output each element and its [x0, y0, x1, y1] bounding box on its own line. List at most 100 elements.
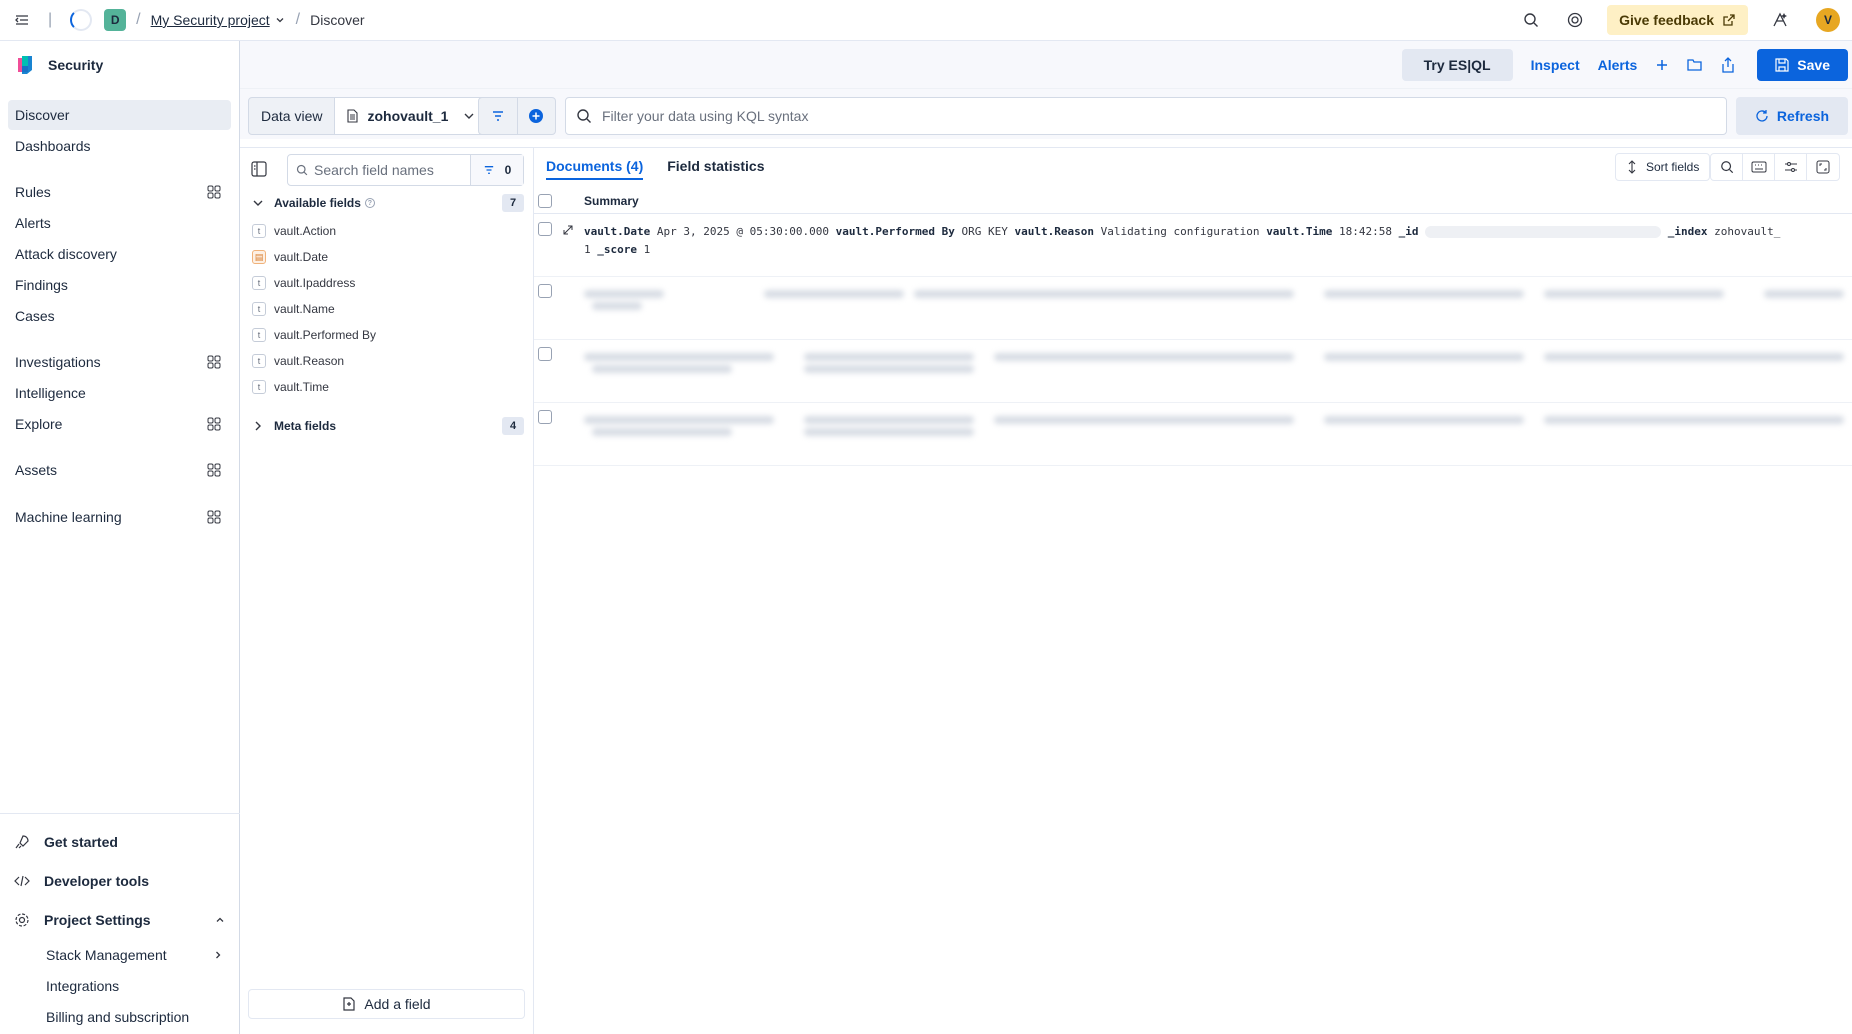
- filter-options-button[interactable]: [479, 98, 518, 134]
- apps-grid-icon[interactable]: [207, 463, 221, 477]
- field-item[interactable]: ▤ vault.Date: [252, 250, 328, 264]
- refresh-button[interactable]: Refresh: [1736, 97, 1848, 135]
- sidebar-item-dashboards[interactable]: Dashboards: [8, 131, 231, 161]
- sidebar-item-machine-learning[interactable]: Machine learning: [8, 502, 231, 532]
- project-settings-toggle[interactable]: Project Settings: [14, 912, 226, 928]
- alerts-button[interactable]: Alerts: [1598, 57, 1638, 73]
- fullscreen-button[interactable]: [1807, 154, 1839, 180]
- field-name: vault.Ipaddress: [274, 276, 356, 290]
- date-type-icon: ▤: [252, 250, 266, 264]
- user-avatar[interactable]: V: [1816, 8, 1840, 32]
- apps-grid-icon[interactable]: [207, 510, 221, 524]
- select-all-checkbox[interactable]: [538, 194, 552, 208]
- sidebar-item-assets[interactable]: Assets: [8, 455, 231, 485]
- field-item[interactable]: t vault.Reason: [252, 354, 344, 368]
- sidebar-item-explore[interactable]: Explore: [8, 409, 231, 439]
- field-name: vault.Action: [274, 224, 337, 238]
- stack-management-link[interactable]: Stack Management: [46, 947, 224, 963]
- tab-documents[interactable]: Documents (4): [546, 158, 644, 180]
- external-link-icon: [1723, 14, 1735, 26]
- search-grid-button[interactable]: [1711, 154, 1743, 180]
- sidebar-item-rules[interactable]: Rules: [8, 177, 231, 207]
- field-item[interactable]: t vault.Time: [252, 380, 329, 394]
- global-search-button[interactable]: [1509, 0, 1553, 40]
- billing-link[interactable]: Billing and subscription: [46, 1009, 189, 1025]
- column-header-summary[interactable]: Summary: [584, 194, 639, 208]
- sidebar-item-label: Findings: [15, 277, 68, 293]
- apps-grid-icon[interactable]: [207, 185, 221, 199]
- table-row: [534, 404, 1852, 466]
- field-filter-count: 0: [504, 163, 512, 177]
- breadcrumb-separator: /: [295, 11, 301, 28]
- sidebar-item-attack-discovery[interactable]: Attack discovery: [8, 239, 231, 269]
- tab-field-statistics[interactable]: Field statistics: [667, 158, 764, 180]
- field-item[interactable]: t vault.Action: [252, 224, 336, 238]
- plus-icon[interactable]: [1655, 58, 1669, 72]
- data-view-picker[interactable]: Data view zohovault_1: [248, 97, 488, 135]
- sort-fields-button[interactable]: Sort fields: [1615, 153, 1711, 181]
- field-item[interactable]: t vault.Ipaddress: [252, 276, 355, 290]
- help-button[interactable]: [1553, 0, 1597, 40]
- try-esql-button[interactable]: Try ES|QL: [1401, 48, 1513, 81]
- search-icon: [1720, 161, 1733, 174]
- expand-icon[interactable]: [562, 224, 574, 236]
- folder-open-icon[interactable]: [1687, 58, 1703, 72]
- available-fields-section[interactable]: Available fields ? 7: [252, 194, 524, 212]
- integrations-link[interactable]: Integrations: [46, 978, 119, 994]
- field-item[interactable]: t vault.Name: [252, 302, 335, 316]
- developer-tools-label: Developer tools: [44, 873, 150, 889]
- sidebar-item-label: Explore: [15, 416, 63, 432]
- field-item[interactable]: t vault.Performed By: [252, 328, 376, 342]
- share-icon[interactable]: [1721, 56, 1735, 73]
- field-list-panel: Search field names 0 Available fields ? …: [240, 147, 534, 1034]
- security-brand[interactable]: Security: [0, 41, 239, 89]
- sidebar-item-investigations[interactable]: Investigations: [8, 347, 231, 377]
- string-type-icon: t: [252, 276, 266, 290]
- give-feedback-button[interactable]: Give feedback: [1607, 5, 1748, 35]
- save-button[interactable]: Save: [1757, 48, 1848, 81]
- sidebar-item-label: Dashboards: [15, 138, 91, 154]
- sidebar-item-discover[interactable]: Discover: [8, 100, 231, 130]
- index-icon: [347, 109, 359, 123]
- summary-key: vault.Reason: [1014, 225, 1094, 238]
- space-badge[interactable]: D: [104, 9, 127, 31]
- get-started-link[interactable]: Get started: [14, 834, 118, 850]
- chevron-down-icon[interactable]: [274, 14, 286, 26]
- inspect-button[interactable]: Inspect: [1531, 57, 1580, 73]
- field-search-input[interactable]: Search field names: [288, 155, 471, 185]
- meta-fields-section[interactable]: Meta fields 4: [252, 417, 524, 435]
- sidebar-item-cases[interactable]: Cases: [8, 301, 231, 331]
- menu-collapse-icon: [15, 15, 28, 25]
- display-settings-button[interactable]: [1775, 154, 1807, 180]
- sidebar-item-alerts[interactable]: Alerts: [8, 208, 231, 238]
- ai-assistant-button[interactable]: [1758, 0, 1802, 40]
- sidebar-item-label: Discover: [15, 107, 70, 123]
- collapse-nav-button[interactable]: [0, 0, 44, 40]
- data-view-select[interactable]: zohovault_1: [334, 98, 487, 134]
- sidebar-item-findings[interactable]: Findings: [8, 270, 231, 300]
- breadcrumb-separator: /: [136, 11, 141, 28]
- developer-tools-link[interactable]: Developer tools: [14, 873, 149, 889]
- available-fields-label: Available fields: [274, 196, 361, 210]
- ai-assistant-icon: [1773, 12, 1787, 27]
- field-name: vault.Time: [274, 380, 329, 394]
- row-checkbox[interactable]: [538, 222, 552, 236]
- collapse-sidebar-button[interactable]: [250, 160, 268, 178]
- sort-icon: [1628, 160, 1636, 174]
- sidebar-item-intelligence[interactable]: Intelligence: [8, 378, 231, 408]
- add-filter-button[interactable]: [518, 98, 556, 134]
- row-checkbox[interactable]: [538, 410, 552, 424]
- field-filter-button[interactable]: 0: [471, 155, 523, 185]
- redacted-row-content: [584, 412, 1846, 452]
- row-checkbox[interactable]: [538, 284, 552, 298]
- breadcrumb-project[interactable]: My Security project: [151, 12, 270, 28]
- apps-grid-icon[interactable]: [207, 417, 221, 431]
- table-row: vault.Date Apr 3, 2025 @ 05:30:00.000 va…: [534, 215, 1852, 277]
- kql-search-input[interactable]: Filter your data using KQL syntax: [565, 97, 1727, 135]
- sort-fields-label: Sort fields: [1646, 160, 1700, 174]
- string-type-icon: t: [252, 224, 266, 238]
- apps-grid-icon[interactable]: [207, 355, 221, 369]
- row-checkbox[interactable]: [538, 347, 552, 361]
- keyboard-shortcuts-button[interactable]: [1743, 154, 1775, 180]
- add-field-button[interactable]: Add a field: [248, 989, 525, 1019]
